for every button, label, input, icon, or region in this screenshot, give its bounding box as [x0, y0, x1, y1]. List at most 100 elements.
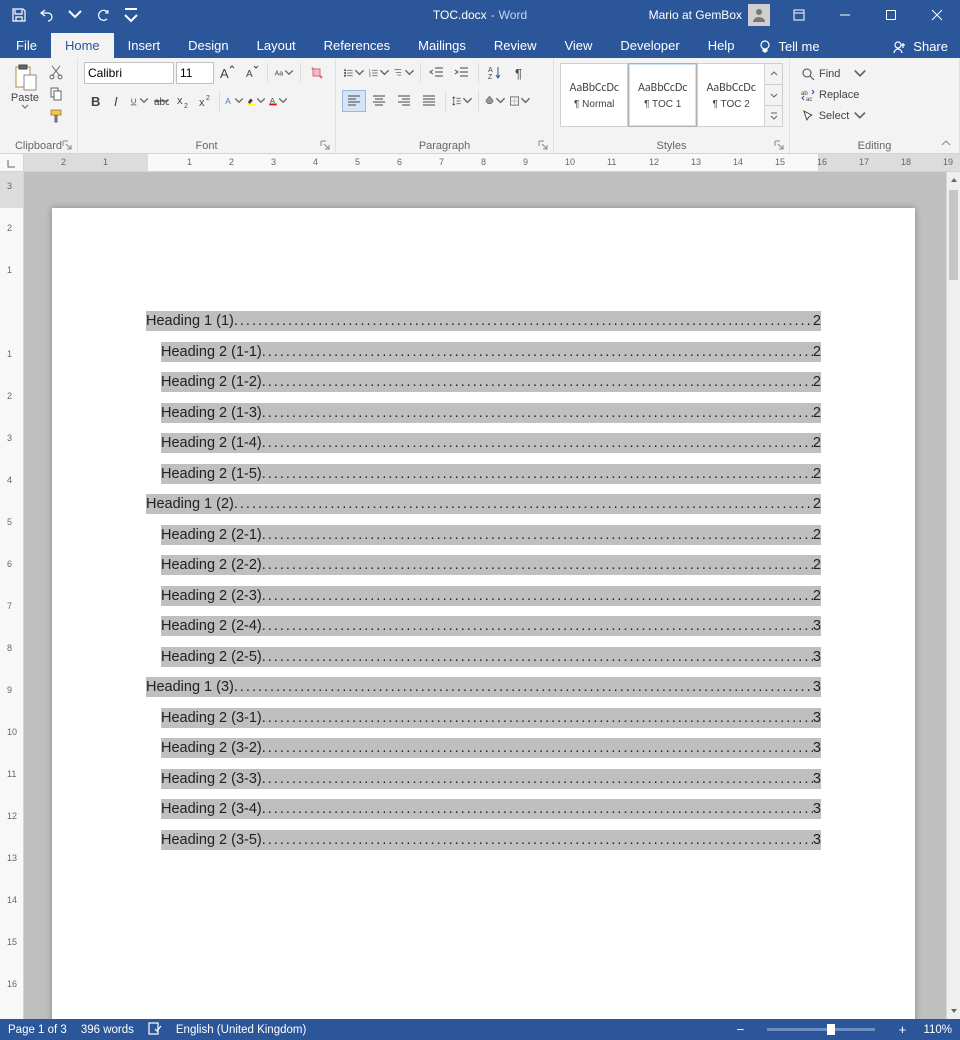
toc-entry[interactable]: Heading 2 (3-3) ........................… — [161, 769, 821, 789]
toc-entry[interactable]: Heading 2 (2-1) ........................… — [161, 525, 821, 545]
style-toc2[interactable]: AaBbCcDc¶ TOC 2 — [697, 63, 765, 127]
zoom-level[interactable]: 110% — [923, 1024, 952, 1036]
tab-selector[interactable] — [0, 154, 24, 172]
underline-button[interactable]: U — [128, 90, 150, 112]
zoom-out-button[interactable]: − — [733, 1022, 747, 1037]
page[interactable]: Heading 1 (1) ..........................… — [52, 208, 915, 1019]
toc-entry[interactable]: Heading 2 (2-2) ........................… — [161, 555, 821, 575]
font-color-button[interactable]: A — [267, 90, 289, 112]
text-effects-button[interactable]: A — [223, 90, 245, 112]
numbering-button[interactable]: 123 — [367, 62, 391, 84]
font-name-input[interactable] — [84, 62, 174, 84]
redo-button[interactable] — [90, 2, 116, 28]
tab-layout[interactable]: Layout — [243, 33, 310, 58]
justify-button[interactable] — [417, 90, 441, 112]
line-spacing-button[interactable] — [450, 90, 474, 112]
tab-mailings[interactable]: Mailings — [404, 33, 480, 58]
highlight-button[interactable] — [245, 90, 267, 112]
undo-dropdown[interactable] — [62, 2, 88, 28]
tell-me[interactable]: Tell me — [748, 35, 829, 58]
clear-formatting-button[interactable] — [306, 62, 328, 84]
tab-insert[interactable]: Insert — [114, 33, 175, 58]
bullets-button[interactable] — [342, 62, 366, 84]
tab-developer[interactable]: Developer — [606, 33, 693, 58]
toc-entry[interactable]: Heading 2 (3-1) ........................… — [161, 708, 821, 728]
user-account[interactable]: Mario at GemBox — [643, 4, 776, 26]
align-right-button[interactable] — [392, 90, 416, 112]
ribbon-display-options[interactable] — [776, 0, 822, 30]
toc-entry[interactable]: Heading 2 (2-4) ........................… — [161, 616, 821, 636]
tab-references[interactable]: References — [310, 33, 404, 58]
toc-entry[interactable]: Heading 2 (1-2) ........................… — [161, 372, 821, 392]
toc-entry[interactable]: Heading 2 (2-5) ........................… — [161, 647, 821, 667]
styles-row-down[interactable] — [765, 85, 782, 106]
strikethrough-button[interactable]: abc — [150, 90, 172, 112]
font-launcher[interactable] — [320, 139, 332, 151]
bold-button[interactable]: B — [84, 90, 106, 112]
close-button[interactable] — [914, 0, 960, 30]
multilevel-list-button[interactable] — [392, 62, 416, 84]
tab-home[interactable]: Home — [51, 33, 114, 58]
change-case-button[interactable]: Aa — [273, 62, 295, 84]
status-words[interactable]: 396 words — [81, 1024, 134, 1036]
shading-button[interactable] — [483, 90, 507, 112]
maximize-button[interactable] — [868, 0, 914, 30]
sort-button[interactable]: AZ — [483, 62, 507, 84]
spellcheck-icon[interactable] — [148, 1021, 162, 1038]
paragraph-launcher[interactable] — [538, 139, 550, 151]
styles-launcher[interactable] — [774, 139, 786, 151]
styles-row-up[interactable] — [765, 64, 782, 85]
toc-entry[interactable]: Heading 2 (3-4) ........................… — [161, 799, 821, 819]
italic-button[interactable]: I — [106, 90, 128, 112]
subscript-button[interactable]: x2 — [172, 90, 194, 112]
grow-font-button[interactable]: A — [216, 62, 238, 84]
toc-entry[interactable]: Heading 2 (2-3) ........................… — [161, 586, 821, 606]
toc-entry[interactable]: Heading 2 (3-5) ........................… — [161, 830, 821, 850]
increase-indent-button[interactable] — [450, 62, 474, 84]
select-button[interactable]: Select — [796, 105, 868, 126]
align-left-button[interactable] — [342, 90, 366, 112]
decrease-indent-button[interactable] — [425, 62, 449, 84]
format-painter-button[interactable] — [44, 105, 68, 127]
toc-entry[interactable]: Heading 1 (3) ..........................… — [146, 677, 821, 697]
toc-entry[interactable]: Heading 1 (1) ..........................… — [146, 311, 821, 331]
paste-button[interactable]: Paste — [6, 61, 44, 110]
status-language[interactable]: English (United Kingdom) — [176, 1024, 306, 1036]
copy-button[interactable] — [44, 83, 68, 105]
style-normal[interactable]: AaBbCcDc¶ Normal — [560, 63, 628, 127]
qat-customize[interactable] — [118, 2, 144, 28]
toc-entry[interactable]: Heading 2 (1-1) ........................… — [161, 342, 821, 362]
show-marks-button[interactable]: ¶ — [508, 62, 532, 84]
borders-button[interactable] — [508, 90, 532, 112]
tab-design[interactable]: Design — [174, 33, 242, 58]
horizontal-ruler[interactable]: 2112345678910111213141516171819 — [0, 154, 960, 172]
shrink-font-button[interactable]: A — [240, 62, 262, 84]
style-toc1[interactable]: AaBbCcDc¶ TOC 1 — [628, 63, 696, 127]
scroll-thumb[interactable] — [949, 190, 958, 280]
zoom-slider[interactable] — [767, 1028, 875, 1031]
share-button[interactable]: Share — [881, 35, 960, 58]
styles-expand[interactable] — [765, 106, 782, 126]
table-of-contents[interactable]: Heading 1 (1) ..........................… — [52, 208, 915, 850]
font-size-input[interactable] — [176, 62, 214, 84]
align-center-button[interactable] — [367, 90, 391, 112]
tab-view[interactable]: View — [550, 33, 606, 58]
minimize-button[interactable] — [822, 0, 868, 30]
toc-entry[interactable]: Heading 2 (1-3) ........................… — [161, 403, 821, 423]
collapse-ribbon[interactable] — [940, 137, 956, 151]
tab-review[interactable]: Review — [480, 33, 551, 58]
scroll-up[interactable] — [947, 172, 960, 188]
toc-entry[interactable]: Heading 1 (2) ..........................… — [146, 494, 821, 514]
superscript-button[interactable]: x2 — [194, 90, 216, 112]
find-button[interactable]: Find — [796, 63, 868, 84]
toc-entry[interactable]: Heading 2 (3-2) ........................… — [161, 738, 821, 758]
vertical-ruler[interactable]: 32112345678910111213141516 — [0, 172, 24, 1019]
replace-button[interactable]: abacReplace — [796, 84, 868, 105]
cut-button[interactable] — [44, 61, 68, 83]
toc-entry[interactable]: Heading 2 (1-4) ........................… — [161, 433, 821, 453]
tab-help[interactable]: Help — [694, 33, 749, 58]
save-button[interactable] — [6, 2, 32, 28]
zoom-thumb[interactable] — [827, 1024, 835, 1035]
vertical-scrollbar[interactable] — [946, 172, 960, 1019]
status-page[interactable]: Page 1 of 3 — [8, 1024, 67, 1036]
